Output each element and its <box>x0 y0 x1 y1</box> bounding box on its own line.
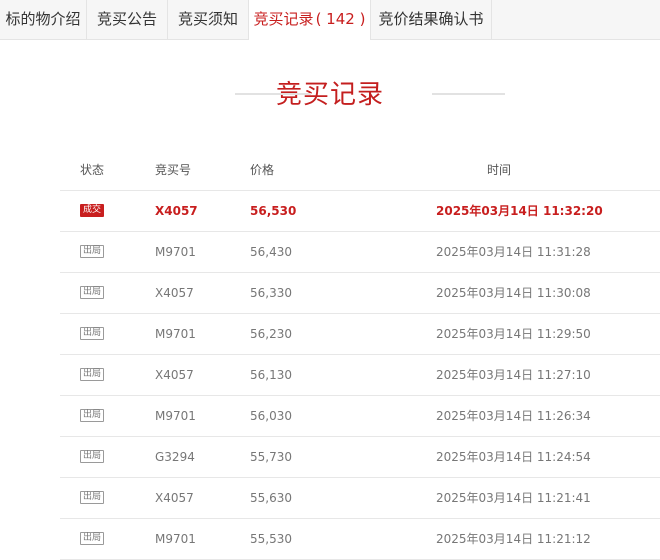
bid-price: 56,230 <box>250 327 292 341</box>
header-price: 价格 <box>250 163 275 177</box>
tab-result-confirmation[interactable]: 竞价结果确认书 <box>371 0 492 39</box>
bid-records-table: 状态 竞买号 价格 时间 成交 X4057 56,530 2025年03月14日… <box>60 150 660 560</box>
bid-price: 55,530 <box>250 532 292 546</box>
table-row: 出局 X4057 56,130 2025年03月14日 11:27:10 <box>60 355 660 396</box>
bid-price: 55,730 <box>250 450 292 464</box>
status-cell: 出局 <box>80 232 105 272</box>
header-bid-number: 竞买号 <box>155 163 192 177</box>
status-badge: 出局 <box>80 368 105 381</box>
title-divider-right <box>432 93 505 95</box>
status-cell: 出局 <box>80 273 105 313</box>
bid-number: M9701 <box>155 245 196 259</box>
tab-label: 竞买公告 <box>96 10 157 28</box>
bid-price: 56,130 <box>250 368 292 382</box>
table-row: 出局 M9701 56,430 2025年03月14日 11:31:28 <box>60 232 660 273</box>
status-cell: 出局 <box>80 396 105 436</box>
bid-time: 2025年03月14日 11:21:12 <box>436 532 591 546</box>
tab-label: 竞买记录 <box>253 10 314 28</box>
table-row: 出局 X4057 55,630 2025年03月14日 11:21:41 <box>60 478 660 519</box>
tab-label: 竞买须知 <box>177 10 238 28</box>
header-status: 状态 <box>80 163 105 177</box>
status-badge: 出局 <box>80 409 105 422</box>
status-badge: 出局 <box>80 532 105 545</box>
status-badge: 出局 <box>80 491 105 504</box>
table-header: 状态 竞买号 价格 时间 <box>60 150 660 191</box>
tab-notice[interactable]: 竞买须知 <box>168 0 249 39</box>
table-row: 出局 M9701 56,030 2025年03月14日 11:26:34 <box>60 396 660 437</box>
status-badge: 成交 <box>80 204 105 217</box>
bid-number: X4057 <box>155 204 198 218</box>
bid-price: 56,530 <box>250 204 297 218</box>
status-cell: 出局 <box>80 314 105 354</box>
bid-time: 2025年03月14日 11:31:28 <box>436 245 591 259</box>
bid-time: 2025年03月14日 11:29:50 <box>436 327 591 341</box>
bid-price: 55,630 <box>250 491 292 505</box>
tab-label: 标的物介绍 <box>5 10 81 28</box>
tab-record-count: ( 142 ) <box>315 10 366 28</box>
bid-price: 56,030 <box>250 409 292 423</box>
bid-time: 2025年03月14日 11:27:10 <box>436 368 591 382</box>
tab-bid-records[interactable]: 竞买记录( 142 ) <box>249 0 371 40</box>
bid-number: G3294 <box>155 450 195 464</box>
tab-announcement[interactable]: 竞买公告 <box>87 0 168 39</box>
bid-number: X4057 <box>155 491 194 505</box>
status-badge: 出局 <box>80 450 105 463</box>
status-badge: 出局 <box>80 286 105 299</box>
title-divider-left <box>235 93 311 95</box>
status-cell: 成交 <box>80 191 105 231</box>
bid-number: M9701 <box>155 327 196 341</box>
bid-time: 2025年03月14日 11:26:34 <box>436 409 591 423</box>
table-row: 成交 X4057 56,530 2025年03月14日 11:32:20 <box>60 191 660 232</box>
tab-label: 竞价结果确认书 <box>378 10 484 28</box>
bid-time: 2025年03月14日 11:21:41 <box>436 491 591 505</box>
table-row: 出局 M9701 55,530 2025年03月14日 11:21:12 <box>60 519 660 560</box>
section-title: 竞买记录 <box>275 80 384 110</box>
header-time: 时间 <box>487 163 512 177</box>
bid-price: 56,430 <box>250 245 292 259</box>
status-badge: 出局 <box>80 245 105 258</box>
status-cell: 出局 <box>80 478 105 518</box>
bid-number: X4057 <box>155 286 194 300</box>
table-row: 出局 X4057 56,330 2025年03月14日 11:30:08 <box>60 273 660 314</box>
tab-bar: 标的物介绍 竞买公告 竞买须知 竞买记录( 142 ) 竞价结果确认书 <box>0 0 660 40</box>
tab-item-intro[interactable]: 标的物介绍 <box>0 0 87 39</box>
bid-number: X4057 <box>155 368 194 382</box>
status-cell: 出局 <box>80 355 105 395</box>
status-badge: 出局 <box>80 327 105 340</box>
status-cell: 出局 <box>80 437 105 477</box>
bid-number: M9701 <box>155 409 196 423</box>
table-row: 出局 G3294 55,730 2025年03月14日 11:24:54 <box>60 437 660 478</box>
bid-time: 2025年03月14日 11:30:08 <box>436 286 591 300</box>
bid-time: 2025年03月14日 11:32:20 <box>436 204 603 218</box>
table-row: 出局 M9701 56,230 2025年03月14日 11:29:50 <box>60 314 660 355</box>
section-heading: 竞买记录 <box>0 74 660 111</box>
bid-time: 2025年03月14日 11:24:54 <box>436 450 591 464</box>
bid-price: 56,330 <box>250 286 292 300</box>
status-cell: 出局 <box>80 519 105 559</box>
bid-number: M9701 <box>155 532 196 546</box>
